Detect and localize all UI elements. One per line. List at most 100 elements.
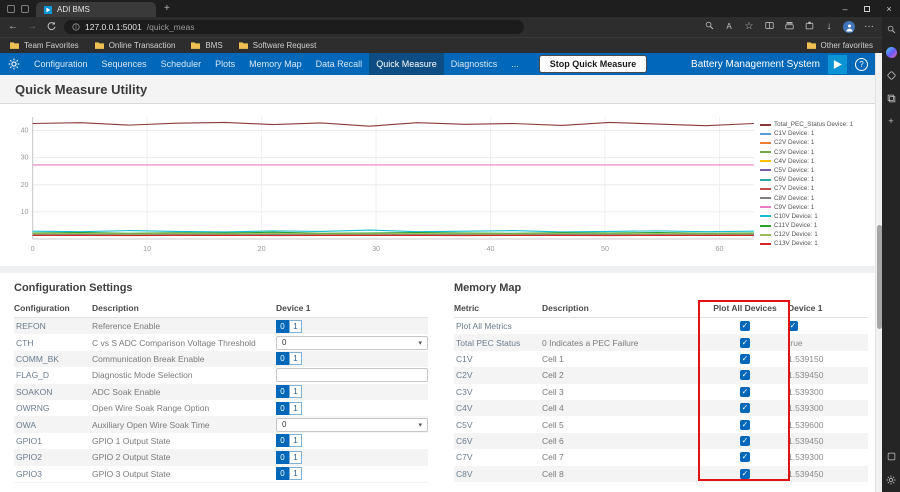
help-button[interactable]: ? — [855, 58, 868, 71]
nav-item-scheduler[interactable]: Scheduler — [154, 53, 209, 75]
adi-logo[interactable] — [828, 55, 847, 74]
legend-item-c8v[interactable]: C8V Device: 1 — [760, 195, 874, 202]
legend-item-c9v[interactable]: C9V Device: 1 — [760, 204, 874, 211]
browser-tab[interactable]: ADI BMS — [36, 2, 156, 17]
plot-all-checkbox[interactable]: ✓ — [740, 436, 750, 446]
toggle-gpio2: 01 — [276, 451, 428, 464]
legend-item-c11v[interactable]: C11V Device: 1 — [760, 222, 874, 229]
close-button[interactable]: × — [878, 0, 900, 17]
copilot-icon[interactable] — [886, 47, 897, 58]
scrollbar-thumb[interactable] — [877, 225, 882, 329]
select-owa[interactable]: 0▾ — [276, 418, 428, 432]
favorite-star-icon[interactable]: ☆ — [743, 22, 755, 32]
legend-item-c7v[interactable]: C7V Device: 1 — [760, 185, 874, 192]
legend-item-c1v[interactable]: C1V Device: 1 — [760, 130, 874, 137]
plot-all-checkbox[interactable]: ✓ — [740, 354, 750, 364]
sidebar-search-icon[interactable] — [886, 24, 897, 35]
toggle-option-1[interactable]: 1 — [289, 320, 302, 333]
config-row-refon: REFONReference Enable01 — [14, 318, 428, 334]
legend-item-c5v[interactable]: C5V Device: 1 — [760, 167, 874, 174]
zoom-icon[interactable] — [703, 21, 715, 33]
toggle-option-1[interactable]: 1 — [289, 467, 302, 480]
sidebar-settings-icon[interactable] — [886, 474, 897, 485]
forward-button[interactable]: → — [26, 22, 38, 32]
sidebar-tools-icon[interactable] — [886, 451, 897, 462]
nav-item-memory-map[interactable]: Memory Map — [242, 53, 309, 75]
toggle-option-1[interactable]: 1 — [289, 402, 302, 415]
legend-item-c2v[interactable]: C2V Device: 1 — [760, 139, 874, 146]
other-favorites[interactable]: Other favorites — [806, 41, 873, 50]
legend-item-c13v[interactable]: C13V Device: 1 — [760, 240, 874, 247]
plot-all-checkbox[interactable]: ✓ — [740, 387, 750, 397]
split-screen-icon[interactable] — [763, 21, 775, 33]
workspaces-icon[interactable] — [7, 5, 15, 13]
nav-item-overflow[interactable]: ... — [504, 53, 526, 75]
sidebar-add-icon[interactable]: + — [886, 116, 897, 127]
plot-all-checkbox[interactable]: ✓ — [740, 452, 750, 462]
minimize-button[interactable]: – — [834, 0, 856, 17]
tab-actions-icon[interactable] — [21, 5, 29, 13]
legend-item-c6v[interactable]: C6V Device: 1 — [760, 176, 874, 183]
plot-all-checkbox[interactable]: ✓ — [740, 403, 750, 413]
refresh-button[interactable] — [45, 21, 57, 34]
maximize-button[interactable] — [856, 0, 878, 17]
legend-item-total-pec-status[interactable]: Total_PEC_Status Device: 1 — [760, 121, 874, 128]
legend-item-c3v[interactable]: C3V Device: 1 — [760, 149, 874, 156]
svg-text:20: 20 — [258, 245, 266, 253]
toggle-option-0[interactable]: 0 — [276, 320, 289, 333]
legend-item-c4v[interactable]: C4V Device: 1 — [760, 158, 874, 165]
adi-triangle-icon — [831, 58, 844, 71]
address-bar[interactable]: 127.0.0.1:5001/quick_meas — [64, 20, 524, 34]
legend-item-c10v[interactable]: C10V Device: 1 — [760, 213, 874, 220]
back-button[interactable]: ← — [7, 22, 19, 32]
chart-svg[interactable]: 010203040506010203040 — [6, 109, 760, 259]
memory-metric: Total PEC Status — [454, 338, 542, 348]
check-icon: ✓ — [742, 388, 749, 396]
plot-all-checkbox[interactable]: ✓ — [740, 338, 750, 348]
extensions-icon[interactable] — [803, 21, 815, 33]
plot-all-checkbox[interactable]: ✓ — [740, 469, 750, 479]
new-tab-button[interactable]: + — [164, 3, 170, 14]
legend-item-c12v[interactable]: C12V Device: 1 — [760, 231, 874, 238]
text-input-flag-d[interactable] — [276, 368, 428, 382]
shopping-icon[interactable] — [886, 70, 897, 81]
settings-gear-icon[interactable] — [8, 58, 20, 70]
device1-checkbox[interactable]: ✓ — [788, 321, 798, 331]
nav-item-configuration[interactable]: Configuration — [27, 53, 95, 75]
collections-icon[interactable] — [783, 21, 795, 33]
settings-menu-icon[interactable]: ··· — [863, 22, 875, 32]
page-scrollbar[interactable] — [875, 53, 882, 492]
toggle-option-1[interactable]: 1 — [289, 451, 302, 464]
plot-all-checkbox[interactable]: ✓ — [740, 370, 750, 380]
favorites-item-software-request[interactable]: Software Request — [238, 41, 317, 50]
plot-all-checkbox[interactable]: ✓ — [740, 321, 750, 331]
config-description: GPIO 1 Output State — [92, 436, 276, 446]
memory-plot-all-cell: ✓ — [702, 370, 788, 380]
nav-item-data-recall[interactable]: Data Recall — [309, 53, 370, 75]
favorites-item-team-favorites[interactable]: Team Favorites — [9, 41, 79, 50]
read-aloud-icon[interactable]: A — [723, 23, 735, 31]
toggle-option-1[interactable]: 1 — [289, 434, 302, 447]
favorites-item-online-transaction[interactable]: Online Transaction — [94, 41, 176, 50]
select-cth[interactable]: 0▾ — [276, 336, 428, 350]
gear-icon — [886, 475, 896, 485]
toggle-option-0[interactable]: 0 — [276, 352, 289, 365]
nav-item-sequences[interactable]: Sequences — [95, 53, 154, 75]
nav-item-quick-measure[interactable]: Quick Measure — [369, 53, 444, 75]
stop-quick-measure-button[interactable]: Stop Quick Measure — [539, 55, 648, 73]
profile-avatar[interactable] — [843, 21, 855, 33]
toggle-option-1[interactable]: 1 — [289, 385, 302, 398]
nav-item-plots[interactable]: Plots — [208, 53, 242, 75]
toggle-option-0[interactable]: 0 — [276, 451, 289, 464]
toggle-option-1[interactable]: 1 — [289, 352, 302, 365]
plot-all-checkbox[interactable]: ✓ — [740, 420, 750, 430]
nav-item-diagnostics[interactable]: Diagnostics — [444, 53, 505, 75]
toggle-option-0[interactable]: 0 — [276, 434, 289, 447]
downloads-icon[interactable]: ↓ — [823, 22, 835, 32]
toggle-option-0[interactable]: 0 — [276, 402, 289, 415]
toggle-option-0[interactable]: 0 — [276, 467, 289, 480]
site-info-icon[interactable] — [72, 23, 80, 31]
favorites-item-bms[interactable]: BMS — [190, 41, 222, 50]
toggle-option-0[interactable]: 0 — [276, 385, 289, 398]
sidebar-collections-icon[interactable] — [886, 93, 897, 104]
